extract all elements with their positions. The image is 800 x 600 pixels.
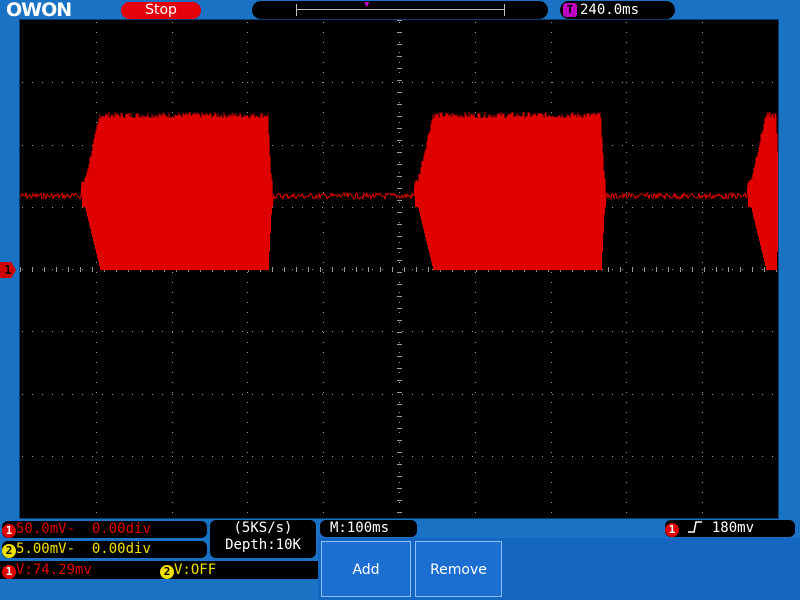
trigger-source-badge: 1	[665, 523, 679, 537]
memory-depth: Depth:10K	[225, 537, 301, 553]
remove-button[interactable]: Remove	[415, 541, 502, 597]
ch1-offset: 0.00div	[91, 521, 151, 537]
run-stop-status[interactable]: Stop	[121, 2, 201, 19]
owon-logo: OWON	[6, 0, 72, 21]
trigger-position-value: 240.0ms	[580, 2, 640, 18]
meas-ch1-badge: 1	[2, 565, 16, 579]
ch1-waveform	[20, 111, 778, 271]
trigger-point-icon: ▼	[364, 0, 370, 10]
trigger-time-icon: T	[563, 3, 577, 17]
trigger-level: 180mv	[711, 520, 755, 536]
timebase-readout[interactable]: M:100ms	[320, 520, 417, 537]
trigger-position-readout: T 240.0ms	[560, 1, 675, 19]
meas-ch2-value: V:OFF	[174, 562, 217, 578]
meas-ch1-value: V:74.29mv	[16, 562, 92, 578]
sample-rate: (5KS/s)	[233, 520, 293, 536]
meas-ch2-badge: 2	[160, 565, 174, 579]
ch1-ground-marker: 1	[0, 262, 16, 278]
ch2-settings[interactable]: 2 5.00mV- 0.00div	[2, 541, 207, 558]
horizontal-position-bar: ▼	[252, 1, 548, 19]
add-button[interactable]: Add	[321, 541, 411, 597]
ch1-scale: 50.0mV-	[16, 521, 76, 537]
acquisition-info: (5KS/s) Depth:10K	[210, 520, 316, 558]
ch2-badge: 2	[2, 544, 16, 558]
ch1-settings[interactable]: 1 50.0mV- 0.00div	[2, 521, 207, 538]
ch2-offset: 0.00div	[91, 541, 151, 557]
ch2-scale: 5.00mV-	[16, 541, 76, 557]
top-bar: OWON Stop ▼ T 240.0ms	[0, 0, 800, 20]
measurement-row: 1 V:74.29mv 2 V:OFF	[0, 561, 318, 579]
trigger-readout[interactable]: 1 180mv	[665, 520, 795, 537]
waveform-display	[19, 19, 779, 519]
rising-edge-icon	[688, 521, 703, 533]
ch1-badge: 1	[2, 524, 16, 538]
